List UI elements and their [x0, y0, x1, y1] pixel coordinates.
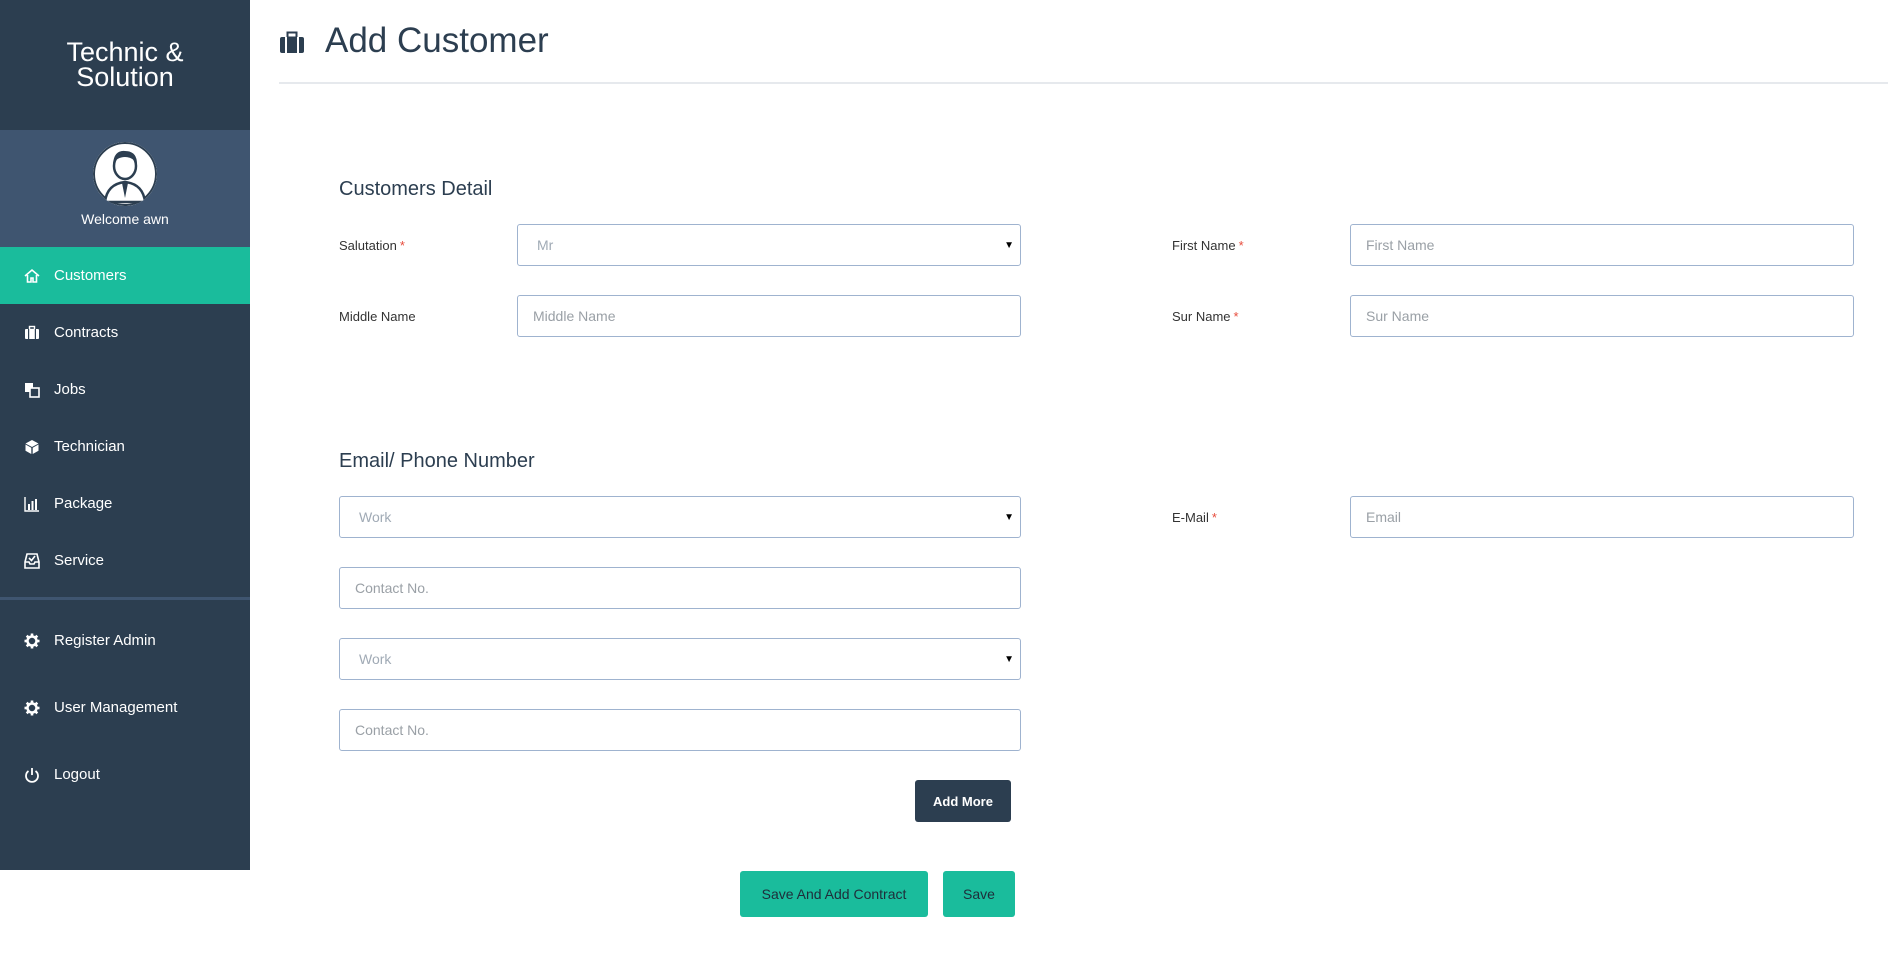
user-profile: Welcome awn: [0, 130, 250, 247]
sidebar-item-label: Package: [54, 495, 113, 512]
phone-type-value: Work: [359, 651, 392, 667]
contact-number-input-1[interactable]: [339, 567, 1021, 609]
sidebar-item-logout[interactable]: Logout: [0, 741, 250, 808]
main-nav: Customers Contracts Jobs Technician Pack…: [0, 247, 250, 589]
required-mark: *: [399, 238, 405, 253]
phone-type-select-2[interactable]: Work ▼: [339, 638, 1021, 680]
sidebar-item-service[interactable]: Service: [0, 532, 250, 589]
sidebar-item-label: Contracts: [54, 324, 119, 341]
bar-chart-icon: [24, 496, 40, 512]
sidebar: Technic & Solution Welcome awn Customers…: [0, 0, 250, 870]
required-mark: *: [1211, 510, 1217, 525]
nav-divider: [0, 597, 250, 600]
sidebar-item-label: User Management: [54, 699, 178, 716]
sidebar-item-contracts[interactable]: Contracts: [0, 304, 250, 361]
sur-name-label: Sur Name *: [1172, 309, 1239, 324]
briefcase-icon: [24, 325, 40, 341]
sidebar-item-label: Service: [54, 552, 105, 569]
salutation-value: Mr: [537, 237, 554, 253]
brand-logo: Technic & Solution: [66, 37, 184, 92]
page-header: Add Customer: [279, 0, 1888, 84]
save-and-add-contract-button[interactable]: Save And Add Contract: [740, 871, 928, 917]
sidebar-item-label: Technician: [54, 438, 125, 455]
chevron-down-icon: ▼: [1004, 240, 1014, 251]
email-label: E-Mail *: [1172, 510, 1217, 525]
home-icon: [24, 268, 40, 284]
contact-number-input-2[interactable]: [339, 709, 1021, 751]
sidebar-item-label: Register Admin: [54, 632, 156, 649]
middle-name-input[interactable]: [517, 295, 1021, 337]
power-icon: [24, 767, 40, 783]
sidebar-item-technician[interactable]: Technician: [0, 418, 250, 475]
first-name-label: First Name *: [1172, 238, 1244, 253]
customers-detail-heading: Customers Detail: [339, 178, 493, 200]
sidebar-item-package[interactable]: Package: [0, 475, 250, 532]
sidebar-item-label: Customers: [54, 267, 127, 284]
add-more-button[interactable]: Add More: [915, 780, 1011, 822]
first-name-input[interactable]: [1350, 224, 1854, 266]
required-mark: *: [1233, 309, 1239, 324]
phone-type-value: Work: [359, 509, 392, 525]
email-phone-heading: Email/ Phone Number: [339, 450, 535, 472]
sidebar-item-customers[interactable]: Customers: [0, 247, 250, 304]
briefcase-icon: [279, 31, 305, 55]
sidebar-item-user-management[interactable]: User Management: [0, 674, 250, 741]
inbox-icon: [24, 552, 40, 569]
phone-type-select-1[interactable]: Work ▼: [339, 496, 1021, 538]
salutation-label: Salutation *: [339, 238, 405, 253]
sidebar-item-jobs[interactable]: Jobs: [0, 361, 250, 418]
middle-name-label: Middle Name: [339, 309, 416, 324]
required-mark: *: [1238, 238, 1244, 253]
copy-icon: [24, 382, 40, 398]
sidebar-item-label: Jobs: [54, 381, 86, 398]
welcome-text: Welcome awn: [81, 211, 169, 227]
sidebar-item-register-admin[interactable]: Register Admin: [0, 607, 250, 674]
gear-icon: [24, 700, 40, 716]
admin-nav: Register Admin User Management Logout: [0, 607, 250, 808]
sidebar-item-label: Logout: [54, 766, 100, 783]
salutation-select[interactable]: Mr ▼: [517, 224, 1021, 266]
chevron-down-icon: ▼: [1004, 654, 1014, 665]
page-title: Add Customer: [325, 21, 549, 60]
cube-icon: [24, 439, 40, 455]
avatar: [93, 142, 157, 206]
save-button[interactable]: Save: [943, 871, 1015, 917]
gear-icon: [24, 633, 40, 649]
email-input[interactable]: [1350, 496, 1854, 538]
sur-name-input[interactable]: [1350, 295, 1854, 337]
chevron-down-icon: ▼: [1004, 512, 1014, 523]
